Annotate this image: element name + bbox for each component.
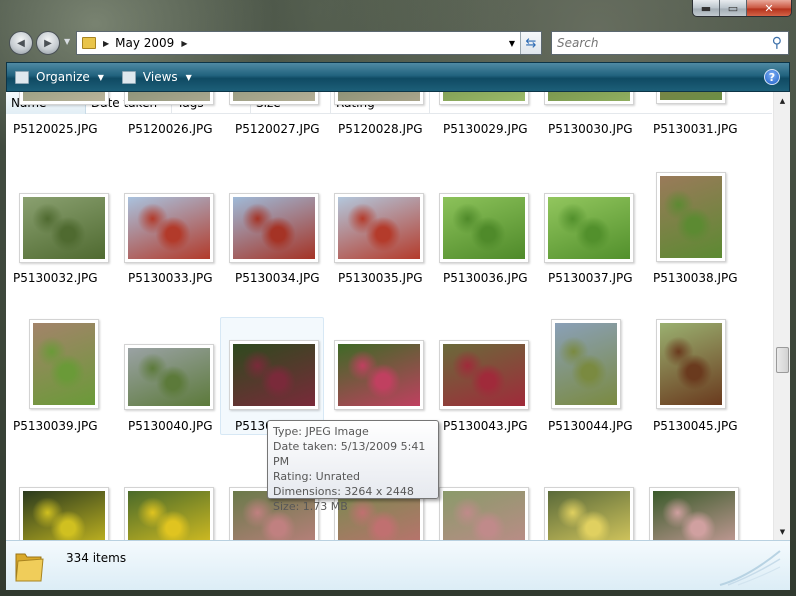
address-bar[interactable]: ▶ May 2009 ▶ ▼ ⇆ xyxy=(76,31,542,55)
command-bar: Organize ▼ Views ▼ ? xyxy=(6,62,790,92)
photo-thumbnail-cropped[interactable] xyxy=(19,92,109,105)
back-button[interactable]: ◀ xyxy=(9,31,33,55)
plant-by-fence-photo[interactable] xyxy=(29,319,99,409)
file-name-label: P5130035.JPG xyxy=(338,271,423,285)
file-name-label: P5130039.JPG xyxy=(13,419,98,433)
file-name-label: P5130034.JPG xyxy=(235,271,320,285)
minimize-button[interactable]: ▬ xyxy=(693,0,720,16)
file-name-label: P5130040.JPG xyxy=(128,419,213,433)
refresh-icon[interactable]: ⇆ xyxy=(520,32,541,54)
file-name-label: P5120026.JPG xyxy=(128,122,213,136)
breadcrumb-may-2009[interactable]: May 2009 xyxy=(115,36,174,50)
flooded-road-photo[interactable] xyxy=(124,344,214,410)
scroll-up-icon[interactable]: ▲ xyxy=(774,92,790,109)
file-name-label: P5130033.JPG xyxy=(128,271,213,285)
chevron-down-icon: ▼ xyxy=(185,72,192,82)
photo-thumbnail-cropped[interactable] xyxy=(544,92,634,105)
file-name-label: P5130038.JPG xyxy=(653,271,738,285)
pink-buds-photo[interactable] xyxy=(439,487,529,540)
search-box[interactable]: ⚲ xyxy=(551,31,789,55)
scroll-down-icon[interactable]: ▼ xyxy=(774,523,790,540)
vertical-scrollbar[interactable]: ▲ ▼ xyxy=(773,92,790,540)
file-name-label: P5130043.JPG xyxy=(443,419,528,433)
forward-button[interactable]: ▶ xyxy=(36,31,60,55)
maximize-button[interactable]: ▭ xyxy=(720,0,747,16)
file-name-label: P5130037.JPG xyxy=(548,271,633,285)
tomato-plant-photo[interactable] xyxy=(19,487,109,540)
berries-photo[interactable] xyxy=(334,340,424,410)
photo-thumbnail-cropped[interactable] xyxy=(656,92,726,104)
file-name-label: P5120027.JPG xyxy=(235,122,320,136)
file-name-label: P5120028.JPG xyxy=(338,122,423,136)
back-arrow-icon: ◀ xyxy=(17,37,25,49)
chevron-down-icon: ▼ xyxy=(97,72,104,82)
address-history-dropdown-icon[interactable]: ▼ xyxy=(505,32,519,54)
scrollbar-thumb[interactable] xyxy=(776,347,789,373)
search-input[interactable] xyxy=(557,36,767,50)
file-name-label: P5130029.JPG xyxy=(443,122,528,136)
organize-button[interactable]: Organize ▼ xyxy=(15,70,104,84)
yellow-flowers-photo[interactable] xyxy=(124,487,214,540)
pine-branch-photo[interactable] xyxy=(19,193,109,263)
photo-thumbnail-cropped[interactable] xyxy=(439,92,529,105)
tooltip-date-taken: Date taken: 5/13/2009 5:41 PM xyxy=(273,440,426,468)
help-icon[interactable]: ? xyxy=(764,69,780,85)
red-bottlebrush-photo[interactable] xyxy=(334,193,424,263)
red-bottlebrush-photo[interactable] xyxy=(229,193,319,263)
file-name-label: P5120025.JPG xyxy=(13,122,98,136)
organize-label: Organize xyxy=(36,70,90,84)
vista-swoosh-icon xyxy=(719,550,781,586)
folder-icon xyxy=(82,37,96,49)
tooltip-size: Size: 1.73 MB xyxy=(273,500,348,513)
breadcrumb-separator-icon[interactable]: ▶ xyxy=(103,39,109,48)
tooltip-dimensions: Dimensions: 3264 x 2448 xyxy=(273,485,414,498)
berries-photo[interactable] xyxy=(439,340,529,410)
green-succulent-photo[interactable] xyxy=(439,193,529,263)
tooltip-type: Type: JPEG Image xyxy=(273,425,369,438)
file-name-label: P5130044.JPG xyxy=(548,419,633,433)
green-succulent-photo[interactable] xyxy=(544,193,634,263)
cattail-closeup-photo[interactable] xyxy=(656,319,726,409)
file-name-label: P5130030.JPG xyxy=(548,122,633,136)
cattails-photo[interactable] xyxy=(551,319,621,409)
plant-by-fence-photo[interactable] xyxy=(656,172,726,262)
photo-thumbnail-cropped[interactable] xyxy=(229,92,319,105)
forward-arrow-icon: ▶ xyxy=(44,37,52,49)
file-name-label: P5130036.JPG xyxy=(443,271,528,285)
navigation-bar: ◀ ▶ ▼ ▶ May 2009 ▶ ▼ ⇆ ⚲ xyxy=(0,28,796,58)
close-button[interactable]: ✕ xyxy=(747,0,791,16)
search-icon[interactable]: ⚲ xyxy=(772,35,782,51)
photo-thumbnail-cropped[interactable] xyxy=(124,92,214,105)
details-pane: 334 items xyxy=(6,540,790,590)
pink-flowers-photo[interactable] xyxy=(649,487,739,540)
item-count: 334 items xyxy=(66,551,127,565)
red-bottlebrush-photo[interactable] xyxy=(124,193,214,263)
file-info-tooltip: Type: JPEG Image Date taken: 5/13/2009 5… xyxy=(267,420,439,513)
views-button[interactable]: Views ▼ xyxy=(121,70,192,84)
tooltip-rating: Rating: Unrated xyxy=(273,470,361,483)
organize-icon xyxy=(15,70,29,84)
photo-thumbnail-cropped[interactable] xyxy=(334,92,424,105)
views-label: Views xyxy=(142,70,178,84)
file-name-label: P5130031.JPG xyxy=(653,122,738,136)
folder-icon xyxy=(15,553,44,582)
yellow-bloom-photo[interactable] xyxy=(544,487,634,540)
berries-photo[interactable] xyxy=(229,340,319,410)
breadcrumb-chevron-icon[interactable]: ▶ xyxy=(181,39,187,48)
views-icon xyxy=(121,70,136,84)
window-controls: ▬ ▭ ✕ xyxy=(692,0,792,17)
file-name-label: P5130045.JPG xyxy=(653,419,738,433)
recent-pages-dropdown-icon[interactable]: ▼ xyxy=(64,37,70,46)
file-name-label: P5130032.JPG xyxy=(13,271,98,285)
